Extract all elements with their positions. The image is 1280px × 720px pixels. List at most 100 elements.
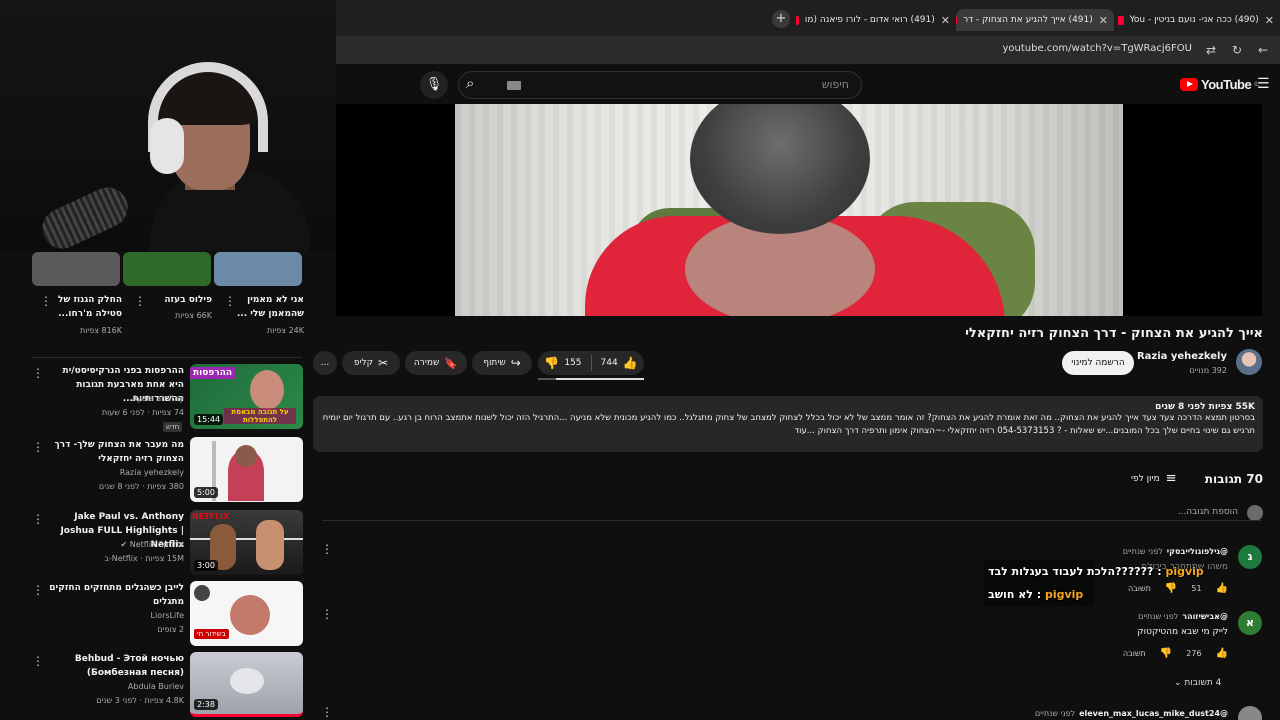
video-meta: 2 צופים	[157, 625, 184, 634]
tab-title: (491) אייך להגיע את הצחוק - דר	[963, 15, 1093, 25]
bookmark-icon: 🔖	[444, 356, 459, 370]
more-vert-icon[interactable]: ⋮	[32, 583, 44, 597]
like-count[interactable]: 744	[601, 358, 618, 368]
more-vert-icon[interactable]: ⋮	[224, 294, 236, 308]
search-icon[interactable]: ⌕	[466, 74, 490, 96]
short-thumbnail[interactable]	[123, 252, 211, 286]
comment-author[interactable]: @eleven_max_lucas_mike_dust24	[1079, 709, 1228, 718]
video-channel[interactable]: Ayala amitay	[46, 394, 184, 403]
add-comment-input[interactable]: הוספת תגובה...	[1178, 507, 1238, 517]
site-settings-icon[interactable]: ⇄	[1206, 43, 1216, 57]
video-channel[interactable]: Razia yehezkely	[46, 468, 184, 477]
short-views: 66K צפיות	[175, 311, 212, 320]
clip-button[interactable]: קליפ ✂	[342, 351, 400, 375]
reply-button[interactable]: תשובה	[1128, 584, 1151, 593]
more-vert-icon[interactable]: ⋮	[321, 542, 333, 556]
dislike-icon[interactable]: 👎	[1160, 648, 1172, 659]
video-title[interactable]: לייבן כשהגלים מתחזקים החזקים מתגלים	[46, 581, 184, 609]
search-input[interactable]: חיפוש	[822, 78, 849, 91]
thumbnail-art	[230, 668, 264, 694]
divider	[32, 357, 302, 358]
back-icon[interactable]: ←	[1258, 43, 1268, 57]
video-title[interactable]: מה מעבר את הצחוק שלך- דרך הצחוק רזיה יחז…	[46, 438, 184, 466]
url-field[interactable]: youtube.com/watch?v=TgWRacj6FOU	[1003, 43, 1193, 54]
more-vert-icon[interactable]: ⋮	[32, 654, 44, 668]
dislike-count[interactable]: 155	[564, 358, 581, 368]
subscribe-button[interactable]: הרשמה למינוי	[1062, 351, 1134, 375]
ring-rope	[190, 538, 303, 540]
browser-tab[interactable]: ✕ (490) ככה אני- נועם בניטין - You	[1118, 9, 1274, 31]
comment-author[interactable]: @גילפוגולייבסקי	[1167, 547, 1228, 556]
youtube-favicon-icon	[956, 15, 958, 25]
video-meta: 4.8K צפיות · לפני 3 שנים	[96, 696, 184, 705]
microphone-icon[interactable]: 🎙	[420, 71, 448, 99]
chat-text: ??????הלכת לעבוד בעגלות לבד	[988, 565, 1154, 578]
more-vert-icon[interactable]: ⋮	[321, 705, 333, 719]
divider	[322, 520, 1262, 521]
close-icon[interactable]: ✕	[1265, 14, 1274, 27]
keyboard-icon[interactable]	[507, 81, 521, 90]
more-vert-icon[interactable]: ⋮	[32, 512, 44, 526]
close-icon[interactable]: ✕	[941, 14, 950, 27]
share-button[interactable]: שיתוף ↪	[472, 351, 532, 375]
more-vert-icon[interactable]: ⋮	[32, 440, 44, 454]
like-icon[interactable]: 👍	[1216, 648, 1228, 659]
video-thumbnail[interactable]: 5:00	[190, 437, 303, 502]
short-thumbnail[interactable]	[32, 252, 120, 286]
share-label: שיתוף	[483, 358, 506, 368]
short-thumbnail[interactable]	[214, 252, 302, 286]
clip-label: קליפ	[353, 358, 374, 368]
more-vert-icon[interactable]: ⋮	[32, 366, 44, 380]
video-thumbnail[interactable]: NETFLIX 3:00	[190, 510, 303, 575]
reply-button[interactable]: תשובה	[1123, 649, 1146, 658]
chat-user: pigvip	[1165, 565, 1204, 578]
more-vert-icon[interactable]: ⋮	[134, 294, 146, 308]
short-title[interactable]: החלק הגנוז של סטילה מ'רחו...	[52, 293, 122, 321]
video-meta: 74 צפיות · לפני 6 שעות	[101, 408, 184, 417]
video-channel[interactable]: Netflix Sports ✔	[46, 540, 184, 549]
like-icon[interactable]: 👍	[623, 356, 638, 370]
like-ratio-bar	[538, 378, 644, 380]
streamer-webcam	[0, 0, 336, 252]
browser-tab[interactable]: ✕ (491) רואי אדום - לורו פיאנה (מו	[796, 9, 950, 31]
verified-icon: ✔	[120, 540, 128, 549]
dislike-icon[interactable]: 👎	[1165, 583, 1177, 594]
video-channel[interactable]: LiorsLife	[46, 611, 184, 620]
reload-icon[interactable]: ↻	[1232, 43, 1242, 57]
video-title[interactable]: Behbud - Этой ночью (Бомбезная песня)	[46, 652, 184, 680]
thumbnail-face	[250, 370, 284, 410]
dislike-icon[interactable]: 👎	[544, 356, 559, 370]
description-line: תרגיש גם שינוי בחיים שלך בכל המובנים...י…	[794, 426, 1255, 436]
like-icon[interactable]: 👍	[1216, 583, 1228, 594]
more-vert-icon[interactable]: ⋮	[321, 607, 333, 621]
search-box[interactable]: חיפוש	[458, 71, 862, 99]
short-title[interactable]: פילוס בעזה	[142, 293, 212, 307]
thumbnail-face	[230, 595, 270, 635]
comment-avatar[interactable]	[1238, 706, 1262, 720]
more-vert-icon[interactable]: ⋮	[40, 294, 52, 308]
browser-tab-active[interactable]: ✕ (491) אייך להגיע את הצחוק - דר	[956, 9, 1114, 31]
channel-thumb-icon	[194, 585, 210, 601]
channel-avatar[interactable]	[1236, 349, 1262, 375]
replies-label: 4 תשובות	[1184, 678, 1222, 688]
sort-comments-button[interactable]: מיון לפי ≡	[1131, 471, 1177, 486]
video-thumbnail[interactable]: ההרפסות על תגובה מבאסת להתפללות 15:44	[190, 364, 303, 429]
video-channel[interactable]: Abdula Buriev	[46, 682, 184, 691]
show-replies-button[interactable]: 4 תשובות ⌄	[1174, 678, 1221, 688]
short-title[interactable]: אני לא מאמין שהמאמן שלי ...	[236, 293, 304, 321]
duration: 3:00	[194, 560, 218, 571]
channel-name[interactable]: Razia yehezkely	[1137, 351, 1227, 362]
youtube-logo[interactable]: YouTube IL	[1180, 77, 1259, 92]
video-thumbnail[interactable]: 2:38	[190, 652, 303, 717]
comment-avatar[interactable]: ג	[1238, 545, 1262, 569]
close-icon[interactable]: ✕	[1099, 14, 1108, 27]
more-actions-button[interactable]: ...	[313, 351, 337, 375]
video-thumbnail[interactable]: בשידור חי	[190, 581, 303, 646]
video-frame[interactable]	[455, 104, 1123, 316]
comment-avatar[interactable]: א	[1238, 611, 1262, 635]
comment-author[interactable]: @אבישיזוהר	[1182, 612, 1228, 621]
save-button[interactable]: שמירה 🔖	[405, 351, 467, 375]
description-box[interactable]: 55K צפיות לפני 8 שנים בסרטון תמצא הדרכה …	[313, 396, 1263, 452]
new-tab-button[interactable]: +	[772, 10, 790, 28]
menu-icon[interactable]: ☰	[1257, 76, 1270, 92]
